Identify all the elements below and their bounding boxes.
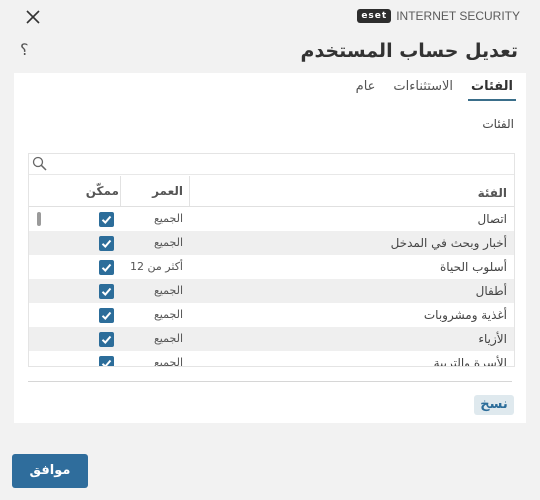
search-row (29, 154, 514, 175)
category-cell: أخبار وبحث في المدخل (390, 236, 507, 250)
category-cell: الأزياء (478, 332, 507, 346)
age-cell: الجميع (153, 284, 183, 297)
age-cell: الجميع (153, 212, 183, 225)
category-cell: أغذية ومشروبات (423, 308, 507, 322)
enabled-checkbox[interactable] (99, 284, 114, 299)
age-cell: الجميع (153, 236, 183, 249)
table-row[interactable]: الجميع الأسرة والتربية (29, 351, 514, 367)
product-name: INTERNET SECURITY (396, 9, 520, 23)
help-icon[interactable]: ؟ (20, 40, 29, 59)
age-cell: أكثر من 12 (130, 260, 183, 273)
table-row[interactable]: أكثر من 12 أسلوب الحياة (29, 255, 514, 279)
category-cell: الأسرة والتربية (433, 356, 507, 367)
enabled-checkbox[interactable] (99, 356, 114, 366)
tab-exceptions[interactable]: الاستثناءات (390, 77, 456, 101)
ok-button[interactable]: موافق (12, 454, 88, 488)
category-cell: اتصال (477, 212, 507, 226)
category-cell: أسلوب الحياة (440, 260, 507, 274)
main-panel: عام الاستثناءات الفئات الفئات ممكّن العم… (14, 73, 526, 423)
enabled-checkbox[interactable] (99, 212, 114, 227)
header-category[interactable]: الفئة (189, 186, 507, 200)
search-icon[interactable] (32, 156, 47, 171)
table-row[interactable]: الجميع الأزياء (29, 327, 514, 351)
table-row[interactable]: الجميع أطفال (29, 279, 514, 303)
table-row[interactable]: الجميع أغذية ومشروبات (29, 303, 514, 327)
tab-general[interactable]: عام (353, 77, 379, 101)
age-cell: الجميع (153, 308, 183, 321)
table-body: الجميع اتصال الجميع أخبار وبحث في المدخل… (29, 207, 514, 367)
tab-categories[interactable]: الفئات (468, 77, 516, 101)
eset-logo: eset (357, 9, 392, 23)
close-icon[interactable] (24, 8, 42, 26)
enabled-checkbox[interactable] (99, 308, 114, 323)
title-bar: eset INTERNET SECURITY (0, 0, 540, 34)
table-header: ممكّن العمر الفئة (29, 176, 514, 226)
copy-button[interactable]: نسخ (474, 395, 514, 415)
enabled-checkbox[interactable] (99, 332, 114, 347)
header-age[interactable]: العمر (121, 184, 183, 198)
page-title: تعديل حساب المستخدم (300, 40, 518, 62)
brand: eset INTERNET SECURITY (357, 9, 520, 23)
table-row[interactable]: الجميع أخبار وبحث في المدخل (29, 231, 514, 255)
age-cell: الجميع (153, 332, 183, 345)
section-label: الفئات (482, 117, 514, 131)
divider (28, 381, 512, 382)
age-cell: الجميع (153, 356, 183, 367)
table-row[interactable]: الجميع اتصال (29, 207, 514, 231)
enabled-checkbox[interactable] (99, 236, 114, 251)
enabled-checkbox[interactable] (99, 260, 114, 275)
categories-table: ممكّن العمر الفئة الجميع اتصال الجميع أخ… (28, 153, 515, 367)
category-cell: أطفال (475, 284, 507, 298)
search-input[interactable] (51, 154, 510, 174)
header-enabled[interactable]: ممكّن (49, 184, 119, 198)
tab-bar: عام الاستثناءات الفئات (353, 77, 516, 101)
